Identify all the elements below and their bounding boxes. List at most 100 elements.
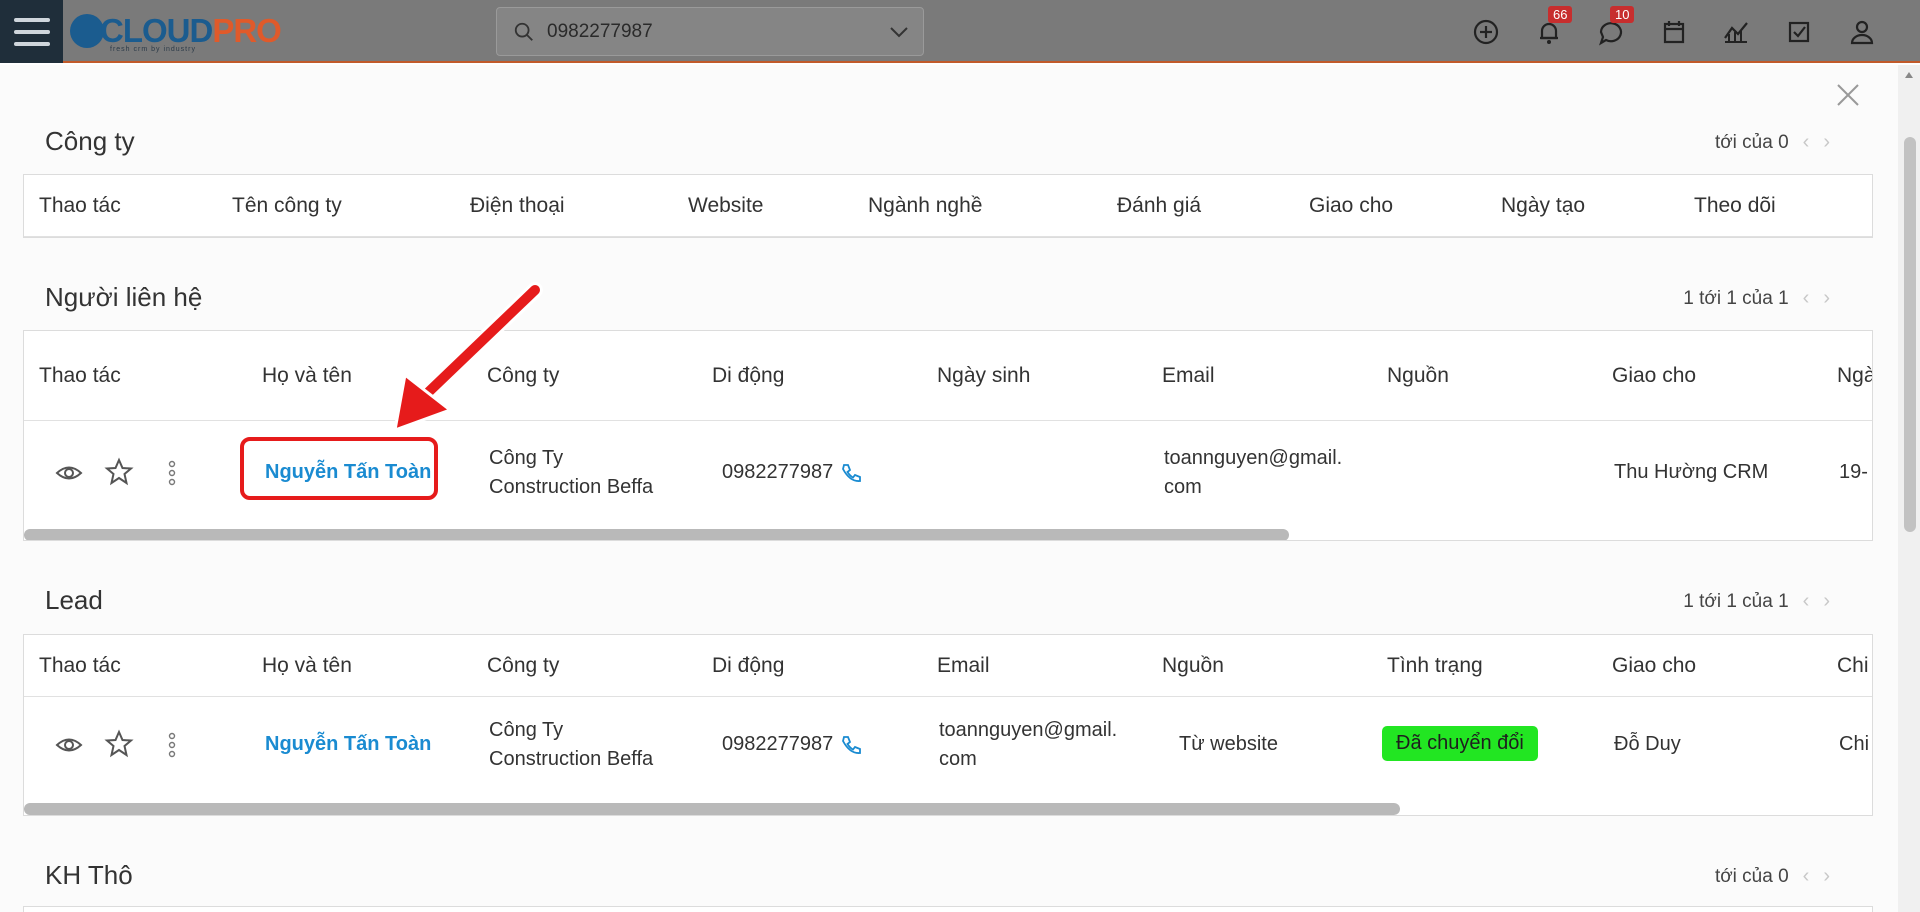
pager-text: 1 tới 1 của 1 [1683, 590, 1789, 612]
logo-cloud-icon [70, 14, 104, 48]
cloudpro-logo[interactable]: CLOUDPRO fresh crm by industry [70, 6, 282, 56]
email-line-2: com [939, 748, 977, 770]
contact-company-link[interactable]: Công Ty Construction Beffa [489, 444, 653, 502]
horizontal-scrollbar[interactable] [24, 803, 1400, 815]
chevron-down-icon[interactable] [889, 24, 909, 40]
column-header[interactable]: Ngày tạo [1501, 175, 1585, 237]
task-checkbox-icon[interactable] [1783, 16, 1815, 48]
vertical-scrollbar-thumb[interactable] [1904, 137, 1916, 532]
lead-company: Công Ty Construction Beffa [489, 716, 653, 774]
section-title-raw-customers: KH Thô [45, 860, 133, 890]
lead-email-link[interactable]: toannguyen@gmail. com [939, 716, 1117, 774]
more-vertical-icon[interactable] [166, 458, 178, 488]
column-header[interactable]: Chi [1837, 635, 1869, 697]
column-header[interactable]: Ngà [1837, 331, 1872, 421]
phone-icon[interactable] [840, 734, 862, 756]
calendar-icon[interactable] [1658, 16, 1690, 48]
column-header[interactable]: Theo dõi [1694, 175, 1776, 237]
column-header[interactable]: Nguồn [1162, 635, 1224, 697]
company-table-header: Thao tác Tên công ty Điện thoại Website … [24, 175, 1872, 237]
pager-lead: 1 tới 1 của 1 ‹ › [1683, 590, 1830, 613]
column-header[interactable]: Email [1162, 331, 1215, 421]
column-header[interactable]: Nguồn [1387, 331, 1449, 421]
column-header[interactable]: Giao cho [1612, 331, 1696, 421]
scroll-up-arrow-icon[interactable] [1904, 70, 1914, 80]
column-header[interactable]: Ngày sinh [937, 331, 1030, 421]
section-title-lead: Lead [45, 585, 103, 615]
horizontal-scrollbar[interactable] [24, 529, 1289, 540]
logo-tagline: fresh crm by industry [110, 46, 196, 53]
column-header[interactable]: Công ty [487, 635, 559, 697]
email-line-1: toannguyen@gmail. [939, 719, 1118, 741]
pager-prev-icon[interactable]: ‹ [1803, 590, 1810, 613]
lead-table: Thao tác Họ và tên Công ty Di động Email… [23, 634, 1873, 816]
column-header[interactable]: Thao tác [39, 635, 121, 697]
pager-next-icon[interactable]: › [1823, 865, 1830, 888]
lead-extra-link[interactable]: Chi [1839, 730, 1869, 759]
column-header[interactable]: Giao cho [1309, 175, 1393, 237]
pager-next-icon[interactable]: › [1823, 131, 1830, 154]
eye-icon[interactable] [54, 730, 84, 760]
lead-mobile: 0982277987 [722, 730, 833, 759]
column-header[interactable]: Website [688, 175, 763, 237]
lead-table-header: Thao tác Họ và tên Công ty Di động Email… [24, 635, 1872, 697]
notifications-badge: 66 [1548, 6, 1573, 23]
contact-email-link[interactable]: toannguyen@gmail. com [1164, 444, 1342, 502]
column-header[interactable]: Thao tác [39, 331, 121, 421]
contacts-table: Thao tác Họ và tên Công ty Di động Ngày … [23, 330, 1873, 541]
chart-icon[interactable] [1720, 16, 1752, 48]
company-line-2: Construction Beffa [489, 748, 654, 770]
logo-brand: CLOUDPRO [100, 12, 282, 49]
pager-text: tới của 0 [1714, 131, 1789, 153]
top-navigation-bar: CLOUDPRO fresh crm by industry 66 10 [0, 0, 1920, 63]
column-header[interactable]: Giao cho [1612, 635, 1696, 697]
column-header[interactable]: Di động [712, 635, 784, 697]
column-header[interactable]: Họ và tên [262, 331, 352, 421]
column-header[interactable]: Email [937, 635, 990, 697]
pager-next-icon[interactable]: › [1823, 287, 1830, 310]
contact-assigned-link[interactable]: Thu Hường CRM [1614, 458, 1768, 487]
eye-icon[interactable] [54, 458, 84, 488]
pager-prev-icon[interactable]: ‹ [1803, 865, 1810, 888]
column-header[interactable]: Tình trạng [1387, 635, 1483, 697]
pager-prev-icon[interactable]: ‹ [1803, 131, 1810, 154]
column-header[interactable]: Đánh giá [1117, 175, 1201, 237]
email-line-2: com [1164, 476, 1202, 498]
column-header[interactable]: Điện thoại [470, 175, 565, 237]
lead-assigned-link[interactable]: Đỗ Duy [1614, 730, 1681, 759]
phone-icon[interactable] [840, 462, 862, 484]
contact-mobile: 0982277987 [722, 458, 833, 487]
lead-source: Từ website [1179, 733, 1278, 755]
vertical-scrollbar[interactable] [1898, 65, 1920, 912]
search-input[interactable] [547, 18, 867, 46]
user-profile-icon[interactable] [1846, 16, 1878, 48]
column-header[interactable]: Thao tác [39, 175, 121, 237]
pager-next-icon[interactable]: › [1823, 590, 1830, 613]
raw-customers-table [23, 906, 1873, 912]
pager-prev-icon[interactable]: ‹ [1803, 287, 1810, 310]
company-line-2: Construction Beffa [489, 476, 654, 498]
company-table: Thao tác Tên công ty Điện thoại Website … [23, 174, 1873, 238]
contacts-table-header: Thao tác Họ và tên Công ty Di động Ngày … [24, 331, 1872, 421]
search-icon [514, 22, 533, 41]
more-vertical-icon[interactable] [166, 730, 178, 760]
column-header[interactable]: Ngành nghề [868, 175, 982, 237]
status-badge: Đã chuyển đổi [1382, 726, 1538, 761]
add-circle-icon[interactable] [1470, 16, 1502, 48]
email-line-1: toannguyen@gmail. [1164, 447, 1343, 469]
column-header[interactable]: Tên công ty [232, 175, 342, 237]
pager-contacts: 1 tới 1 của 1 ‹ › [1683, 287, 1830, 310]
messages-badge: 10 [1610, 6, 1635, 23]
pager-company: tới của 0 ‹ › [1715, 131, 1830, 154]
table-row[interactable]: Nguyễn Tấn Toàn Công Ty Construction Bef… [24, 698, 1872, 798]
star-icon[interactable] [104, 729, 134, 759]
star-icon[interactable] [104, 457, 134, 487]
global-search-box[interactable] [496, 7, 924, 56]
menu-hamburger-icon[interactable] [0, 0, 63, 63]
column-header[interactable]: Di động [712, 331, 784, 421]
lead-name-link[interactable]: Nguyễn Tấn Toàn [265, 730, 431, 759]
column-header[interactable]: Họ và tên [262, 635, 352, 697]
company-line-1: Công Ty [489, 719, 564, 741]
annotation-arrow-icon [393, 282, 543, 433]
close-icon[interactable] [1833, 80, 1863, 110]
